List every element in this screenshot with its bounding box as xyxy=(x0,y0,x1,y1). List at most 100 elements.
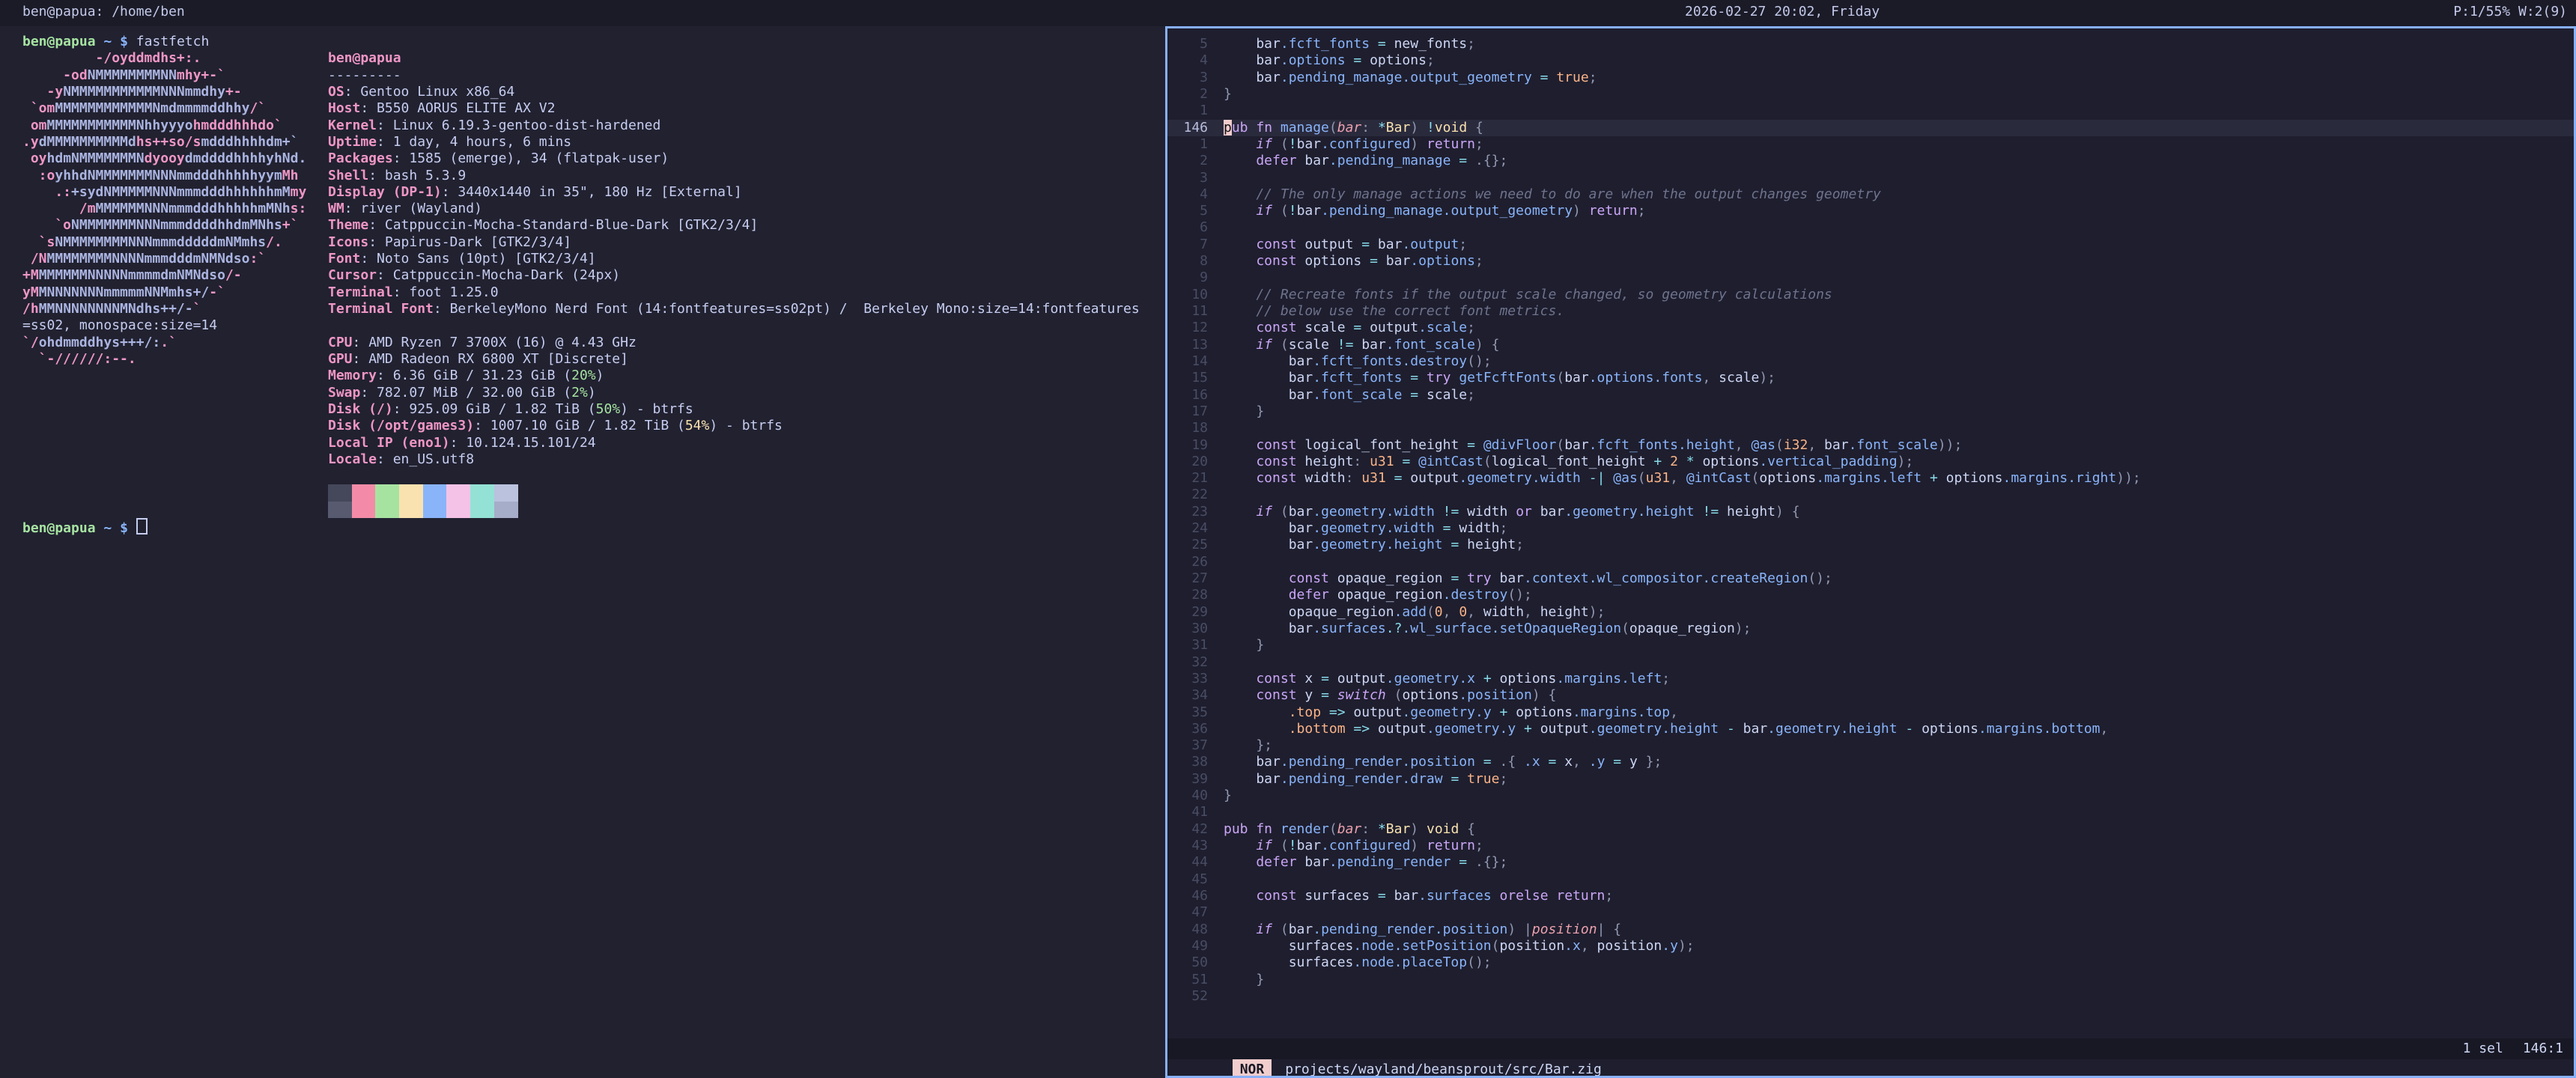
code-line[interactable]: 1 if (!bar.configured) return; xyxy=(1167,136,2574,153)
line-number: 46 xyxy=(1167,888,1224,904)
code-line[interactable]: 34 const y = switch (options.position) { xyxy=(1167,687,2574,704)
file-path: projects/wayland/beansprout/src/Bar.zig xyxy=(1285,1062,1602,1076)
line-number: 10 xyxy=(1167,287,1224,303)
palette-swatch xyxy=(352,502,376,518)
line-number: 51 xyxy=(1167,972,1224,988)
code-line[interactable]: 30 bar.surfaces.?.wl_surface.setOpaqueRe… xyxy=(1167,621,2574,637)
clock: 2026-02-27 20:02, Friday xyxy=(1685,4,1880,20)
terminal-row: Local IP (eno1): 10.124.15.101/24 xyxy=(22,435,1165,451)
code-line[interactable]: 42pub fn render(bar: *Bar) void { xyxy=(1167,821,2574,838)
terminal-row: yMMNNNNNNNmmmmmNNMmhs+/-`Terminal: foot … xyxy=(22,284,1165,301)
code-line[interactable]: 7 const output = bar.output; xyxy=(1167,237,2574,253)
fastfetch-info: --------- xyxy=(328,67,401,84)
code-line[interactable]: 14 bar.fcft_fonts.destroy(); xyxy=(1167,353,2574,370)
code-line[interactable]: 18 xyxy=(1167,420,2574,436)
code-line[interactable]: 50 surfaces.node.placeTop(); xyxy=(1167,954,2574,971)
line-number: 26 xyxy=(1167,554,1224,570)
terminal-row: `-//////:--.GPU: AMD Radeon RX 6800 XT [… xyxy=(22,351,1165,368)
code-line[interactable]: 16 bar.font_scale = scale; xyxy=(1167,387,2574,404)
code-line[interactable]: 45 xyxy=(1167,871,2574,888)
fastfetch-info: Swap: 782.07 MiB / 32.00 GiB (2%) xyxy=(328,385,596,401)
code-line[interactable]: 51 } xyxy=(1167,972,2574,988)
code-line[interactable]: 22 xyxy=(1167,487,2574,503)
code-line[interactable]: 2} xyxy=(1167,86,2574,103)
code-line[interactable]: 47 xyxy=(1167,904,2574,921)
code-line[interactable]: 19 const logical_font_height = @divFloor… xyxy=(1167,437,2574,454)
code-line[interactable]: 23 if (bar.geometry.width != width or ba… xyxy=(1167,504,2574,520)
code-line[interactable]: 6 xyxy=(1167,219,2574,236)
line-number: 2 xyxy=(1167,86,1224,103)
line-number: 1 xyxy=(1167,103,1224,119)
fastfetch-info: Cursor: Catppuccin-Mocha-Dark (24px) xyxy=(328,267,620,284)
code-line[interactable]: 43 if (!bar.configured) return; xyxy=(1167,838,2574,854)
code-line[interactable]: 5 if (!bar.pending_manage.output_geometr… xyxy=(1167,203,2574,219)
code-line[interactable]: 37 }; xyxy=(1167,737,2574,754)
line-number: 47 xyxy=(1167,904,1224,921)
code-line[interactable]: 29 opaque_region.add(0, 0, width, height… xyxy=(1167,604,2574,621)
terminal-row: Memory: 6.36 GiB / 31.23 GiB (20%) xyxy=(22,368,1165,384)
code-line[interactable]: 35 .top => output.geometry.y + options.m… xyxy=(1167,704,2574,721)
line-number: 27 xyxy=(1167,570,1224,587)
palette-swatch xyxy=(470,484,494,501)
code-line[interactable]: 48 if (bar.pending_render.position) |pos… xyxy=(1167,922,2574,938)
code-line[interactable]: 13 if (scale != bar.font_scale) { xyxy=(1167,337,2574,353)
code-line[interactable]: 20 const height: u31 = @intCast(logical_… xyxy=(1167,454,2574,470)
line-number: 34 xyxy=(1167,687,1224,704)
code-line[interactable]: 9 xyxy=(1167,270,2574,286)
fastfetch-info: Locale: en_US.utf8 xyxy=(328,451,474,468)
terminal-window[interactable]: ben@papua ~ $ fastfetch -/oyddmdhs+:.ben… xyxy=(0,26,1165,1078)
line-number: 37 xyxy=(1167,737,1224,754)
code-line[interactable]: 27 const opaque_region = try bar.context… xyxy=(1167,570,2574,587)
code-line-current[interactable]: 146pub fn manage(bar: *Bar) !void { xyxy=(1167,120,2574,136)
code-line[interactable]: 24 bar.geometry.width = width; xyxy=(1167,520,2574,537)
code-line[interactable]: 44 defer bar.pending_render = .{}; xyxy=(1167,854,2574,871)
line-number: 35 xyxy=(1167,704,1224,721)
code-line[interactable]: 52 xyxy=(1167,988,2574,1005)
code-line[interactable]: 10 // Recreate fonts if the output scale… xyxy=(1167,287,2574,303)
fastfetch-info: Font: Noto Sans (10pt) [GTK2/3/4] xyxy=(328,251,596,267)
code-line[interactable]: 26 xyxy=(1167,554,2574,570)
terminal-row: +MMMMMMMNNNNNmmmmdmNMNdso/-Cursor: Catpp… xyxy=(22,267,1165,284)
code-line[interactable]: 2 defer bar.pending_manage = .{}; xyxy=(1167,153,2574,169)
code-line[interactable]: 28 defer opaque_region.destroy(); xyxy=(1167,587,2574,603)
code-line[interactable]: 38 bar.pending_render.position = .{ .x =… xyxy=(1167,754,2574,770)
line-number: 40 xyxy=(1167,788,1224,804)
code-line[interactable]: 17 } xyxy=(1167,404,2574,420)
editor-cursor: p xyxy=(1224,120,1232,135)
line-number: 36 xyxy=(1167,721,1224,737)
status-bar: ben@papua: /home/ben 2026-02-27 20:02, F… xyxy=(0,0,2576,26)
terminal-row: `oNMMMMMMMNNNmmmddddhhdmMNhs+`Theme: Cat… xyxy=(22,217,1165,234)
code-line[interactable]: 31 } xyxy=(1167,637,2574,654)
code-line[interactable]: 49 surfaces.node.setPosition(position.x,… xyxy=(1167,938,2574,954)
line-number: 50 xyxy=(1167,954,1224,971)
code-line[interactable]: 33 const x = output.geometry.x + options… xyxy=(1167,671,2574,687)
code-line[interactable]: 4 bar.options = options; xyxy=(1167,52,2574,69)
line-number: 29 xyxy=(1167,604,1224,621)
code-line[interactable]: 25 bar.geometry.height = height; xyxy=(1167,537,2574,553)
fastfetch-info: Kernel: Linux 6.19.3-gentoo-dist-hardene… xyxy=(328,118,660,134)
bar-status-indicators: P:1/55% W:2(9) xyxy=(2453,4,2567,20)
code-area[interactable]: 5 bar.fcft_fonts = new_fonts;4 bar.optio… xyxy=(1167,36,2574,1005)
code-line[interactable]: 39 bar.pending_render.draw = true; xyxy=(1167,771,2574,788)
code-line[interactable]: 46 const surfaces = bar.surfaces orelse … xyxy=(1167,888,2574,904)
code-line[interactable]: 5 bar.fcft_fonts = new_fonts; xyxy=(1167,36,2574,52)
code-line[interactable]: 3 bar.pending_manage.output_geometry = t… xyxy=(1167,70,2574,86)
editor-window[interactable]: 5 bar.fcft_fonts = new_fonts;4 bar.optio… xyxy=(1165,26,2576,1078)
code-line[interactable]: 40} xyxy=(1167,788,2574,804)
code-line[interactable]: 41 xyxy=(1167,804,2574,820)
code-line[interactable]: 15 bar.fcft_fonts = try getFcftFonts(bar… xyxy=(1167,370,2574,386)
fastfetch-info: Disk (/): 925.09 GiB / 1.82 TiB (50%) - … xyxy=(328,401,693,418)
code-line[interactable]: 3 xyxy=(1167,170,2574,186)
code-line[interactable]: 1 xyxy=(1167,103,2574,119)
code-line[interactable]: 8 const options = bar.options; xyxy=(1167,253,2574,270)
terminal-row: .:+sydNMMMMMNNNmmmdddhhhhhhmMmyDisplay (… xyxy=(22,184,1165,201)
code-line[interactable]: 36 .bottom => output.geometry.y + output… xyxy=(1167,721,2574,737)
code-line[interactable]: 11 // below use the correct font metrics… xyxy=(1167,303,2574,320)
line-number: 3 xyxy=(1167,170,1224,186)
code-line[interactable]: 32 xyxy=(1167,654,2574,671)
selection-count: 1 sel xyxy=(2463,1041,2503,1056)
code-line[interactable]: 21 const width: u31 = output.geometry.wi… xyxy=(1167,470,2574,487)
palette-swatch xyxy=(423,502,447,518)
code-line[interactable]: 12 const scale = output.scale; xyxy=(1167,320,2574,336)
code-line[interactable]: 4 // The only manage actions we need to … xyxy=(1167,186,2574,203)
